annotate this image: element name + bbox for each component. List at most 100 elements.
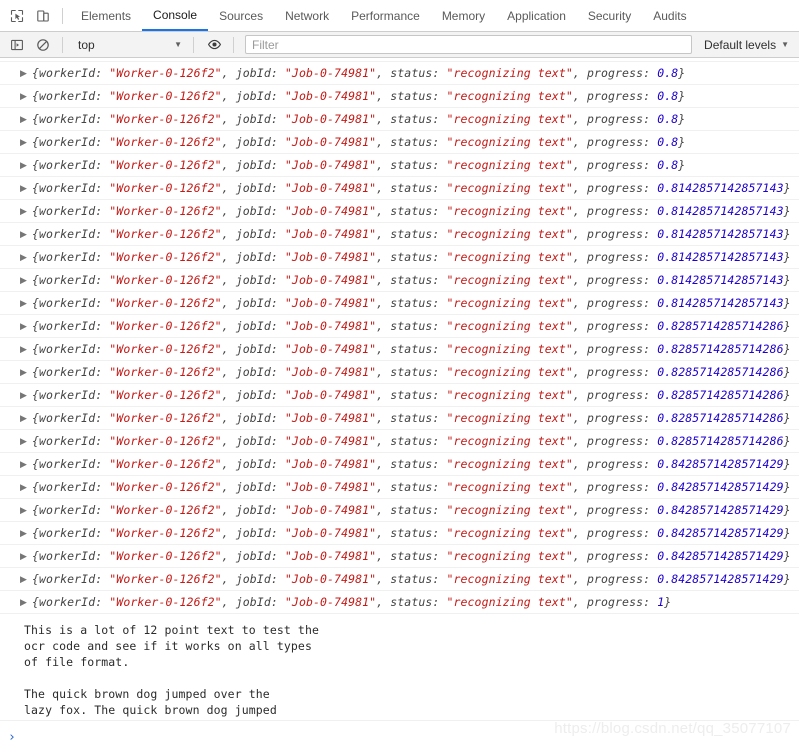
console-log-row[interactable]: ▶ {workerId: "Worker-0-126f2", jobId: "Jo… — [0, 499, 799, 522]
value-status: "recognizing text" — [446, 250, 573, 264]
tab-performance[interactable]: Performance — [340, 0, 431, 31]
key-status: , status: — [376, 89, 447, 103]
console-log-row[interactable]: ▶ {workerId: "Worker-0-126f2", jobId: "Jo… — [0, 62, 799, 85]
key-jobid: , jobId: — [221, 89, 285, 103]
console-log-row[interactable]: ▶ {workerId: "Worker-0-126f2", jobId: "Jo… — [0, 522, 799, 545]
value-jobid: "Job-0-74981" — [284, 66, 377, 80]
execution-context-value: top — [78, 37, 95, 52]
key-workerid: workerId: — [39, 434, 110, 448]
key-workerid: workerId: — [39, 595, 110, 609]
value-jobid: "Job-0-74981" — [284, 457, 377, 471]
tab-memory[interactable]: Memory — [431, 0, 496, 31]
console-log-row[interactable]: ▶ {workerId: "Worker-0-126f2", jobId: "Jo… — [0, 407, 799, 430]
value-jobid: "Job-0-74981" — [284, 365, 377, 379]
filter-input[interactable] — [245, 35, 693, 54]
device-toolbar-icon[interactable] — [30, 3, 56, 29]
value-jobid: "Job-0-74981" — [284, 296, 377, 310]
brace-open: { — [32, 480, 40, 494]
console-log-row[interactable]: ▶ {workerId: "Worker-0-126f2", jobId: "Jo… — [0, 246, 799, 269]
clear-console-icon[interactable] — [30, 32, 56, 58]
expand-triangle-icon[interactable]: ▶ — [20, 505, 32, 515]
expand-triangle-icon[interactable]: ▶ — [20, 275, 32, 285]
console-log-row[interactable]: ▶ {workerId: "Worker-0-126f2", jobId: "Jo… — [0, 384, 799, 407]
console-log-row[interactable]: ▶ {workerId: "Worker-0-126f2", jobId: "Jo… — [0, 315, 799, 338]
brace-open: { — [32, 204, 40, 218]
console-log-row[interactable]: ▶ {workerId: "Worker-0-126f2", jobId: "Jo… — [0, 200, 799, 223]
expand-triangle-icon[interactable]: ▶ — [20, 482, 32, 492]
console-log-row[interactable]: ▶ {workerId: "Worker-0-126f2", jobId: "Jo… — [0, 338, 799, 361]
tab-console[interactable]: Console — [142, 0, 209, 31]
value-progress: 0.8 — [657, 158, 679, 172]
expand-triangle-icon[interactable]: ▶ — [20, 528, 32, 538]
expand-triangle-icon[interactable]: ▶ — [20, 436, 32, 446]
console-log-row[interactable]: ▶ {workerId: "Worker-0-126f2", jobId: "Jo… — [0, 545, 799, 568]
console-log-row[interactable]: ▶ {workerId: "Worker-0-126f2", jobId: "Jo… — [0, 292, 799, 315]
value-jobid: "Job-0-74981" — [284, 434, 377, 448]
expand-triangle-icon[interactable]: ▶ — [20, 367, 32, 377]
expand-triangle-icon[interactable]: ▶ — [20, 206, 32, 216]
value-workerid: "Worker-0-126f2" — [109, 526, 222, 540]
expand-triangle-icon[interactable]: ▶ — [20, 160, 32, 170]
value-workerid: "Worker-0-126f2" — [109, 595, 222, 609]
console-log-row[interactable]: ▶ {workerId: "Worker-0-126f2", jobId: "Jo… — [0, 476, 799, 499]
console-prompt-row[interactable]: › — [0, 720, 799, 753]
console-log-row[interactable]: ▶ {workerId: "Worker-0-126f2", jobId: "Jo… — [0, 108, 799, 131]
inspect-element-icon[interactable] — [4, 3, 30, 29]
console-log-row[interactable]: ▶ {workerId: "Worker-0-126f2", jobId: "Jo… — [0, 177, 799, 200]
log-object: {workerId: "Worker-0-126f2", jobId: "Job… — [32, 457, 791, 471]
tab-audits[interactable]: Audits — [642, 0, 697, 31]
console-log-row[interactable]: ▶ {workerId: "Worker-0-126f2", jobId: "Jo… — [0, 453, 799, 476]
console-log-row[interactable]: ▶ {workerId: "Worker-0-126f2", jobId: "Jo… — [0, 361, 799, 384]
console-log-row[interactable]: ▶ {workerId: "Worker-0-126f2", jobId: "Jo… — [0, 154, 799, 177]
expand-triangle-icon[interactable]: ▶ — [20, 459, 32, 469]
expand-triangle-icon[interactable]: ▶ — [20, 574, 32, 584]
key-status: , status: — [376, 135, 447, 149]
value-jobid: "Job-0-74981" — [284, 595, 377, 609]
console-log-row[interactable]: ▶ {workerId: "Worker-0-126f2", jobId: "Jo… — [0, 131, 799, 154]
value-workerid: "Worker-0-126f2" — [109, 181, 222, 195]
console-prompt-input[interactable] — [15, 720, 799, 753]
value-status: "recognizing text" — [446, 296, 573, 310]
key-progress: , progress: — [572, 549, 658, 563]
expand-triangle-icon[interactable]: ▶ — [20, 183, 32, 193]
execution-context-select[interactable]: top ▼ — [70, 35, 187, 54]
expand-triangle-icon[interactable]: ▶ — [20, 91, 32, 101]
log-levels-select[interactable]: Default levels ▼ — [698, 38, 799, 52]
key-jobid: , jobId: — [221, 572, 285, 586]
expand-triangle-icon[interactable]: ▶ — [20, 252, 32, 262]
value-progress: 0.8428571428571429 — [657, 526, 784, 540]
console-log-row[interactable]: ▶ {workerId: "Worker-0-126f2", jobId: "Jo… — [0, 591, 799, 614]
console-sidebar-icon[interactable] — [4, 32, 30, 58]
expand-triangle-icon[interactable]: ▶ — [20, 390, 32, 400]
expand-triangle-icon[interactable]: ▶ — [20, 597, 32, 607]
console-message-area[interactable]: ▶ {workerId: "Worker-0-126f2", jobId: "Jo… — [0, 58, 799, 753]
brace-open: { — [32, 572, 40, 586]
console-log-row[interactable]: ▶ {workerId: "Worker-0-126f2", jobId: "Jo… — [0, 223, 799, 246]
expand-triangle-icon[interactable]: ▶ — [20, 413, 32, 423]
expand-triangle-icon[interactable]: ▶ — [20, 551, 32, 561]
console-log-row[interactable]: ▶ {workerId: "Worker-0-126f2", jobId: "Jo… — [0, 430, 799, 453]
expand-triangle-icon[interactable]: ▶ — [20, 229, 32, 239]
value-jobid: "Job-0-74981" — [284, 273, 377, 287]
value-jobid: "Job-0-74981" — [284, 342, 377, 356]
expand-triangle-icon[interactable]: ▶ — [20, 298, 32, 308]
brace-close: } — [783, 526, 791, 540]
tab-security[interactable]: Security — [577, 0, 642, 31]
console-log-row[interactable]: ▶ {workerId: "Worker-0-126f2", jobId: "Jo… — [0, 269, 799, 292]
key-jobid: , jobId: — [221, 457, 285, 471]
expand-triangle-icon[interactable]: ▶ — [20, 114, 32, 124]
tab-network[interactable]: Network — [274, 0, 340, 31]
expand-triangle-icon[interactable]: ▶ — [20, 321, 32, 331]
tab-sources[interactable]: Sources — [208, 0, 274, 31]
expand-triangle-icon[interactable]: ▶ — [20, 344, 32, 354]
console-log-row[interactable]: ▶ {workerId: "Worker-0-126f2", jobId: "Jo… — [0, 85, 799, 108]
console-log-row[interactable]: ▶ {workerId: "Worker-0-126f2", jobId: "Jo… — [0, 568, 799, 591]
expand-triangle-icon[interactable]: ▶ — [20, 137, 32, 147]
live-expression-icon[interactable] — [201, 32, 227, 58]
value-status: "recognizing text" — [446, 503, 573, 517]
tab-elements[interactable]: Elements — [70, 0, 142, 31]
brace-close: } — [783, 503, 791, 517]
tab-application[interactable]: Application — [496, 0, 577, 31]
value-jobid: "Job-0-74981" — [284, 112, 377, 126]
expand-triangle-icon[interactable]: ▶ — [20, 68, 32, 78]
